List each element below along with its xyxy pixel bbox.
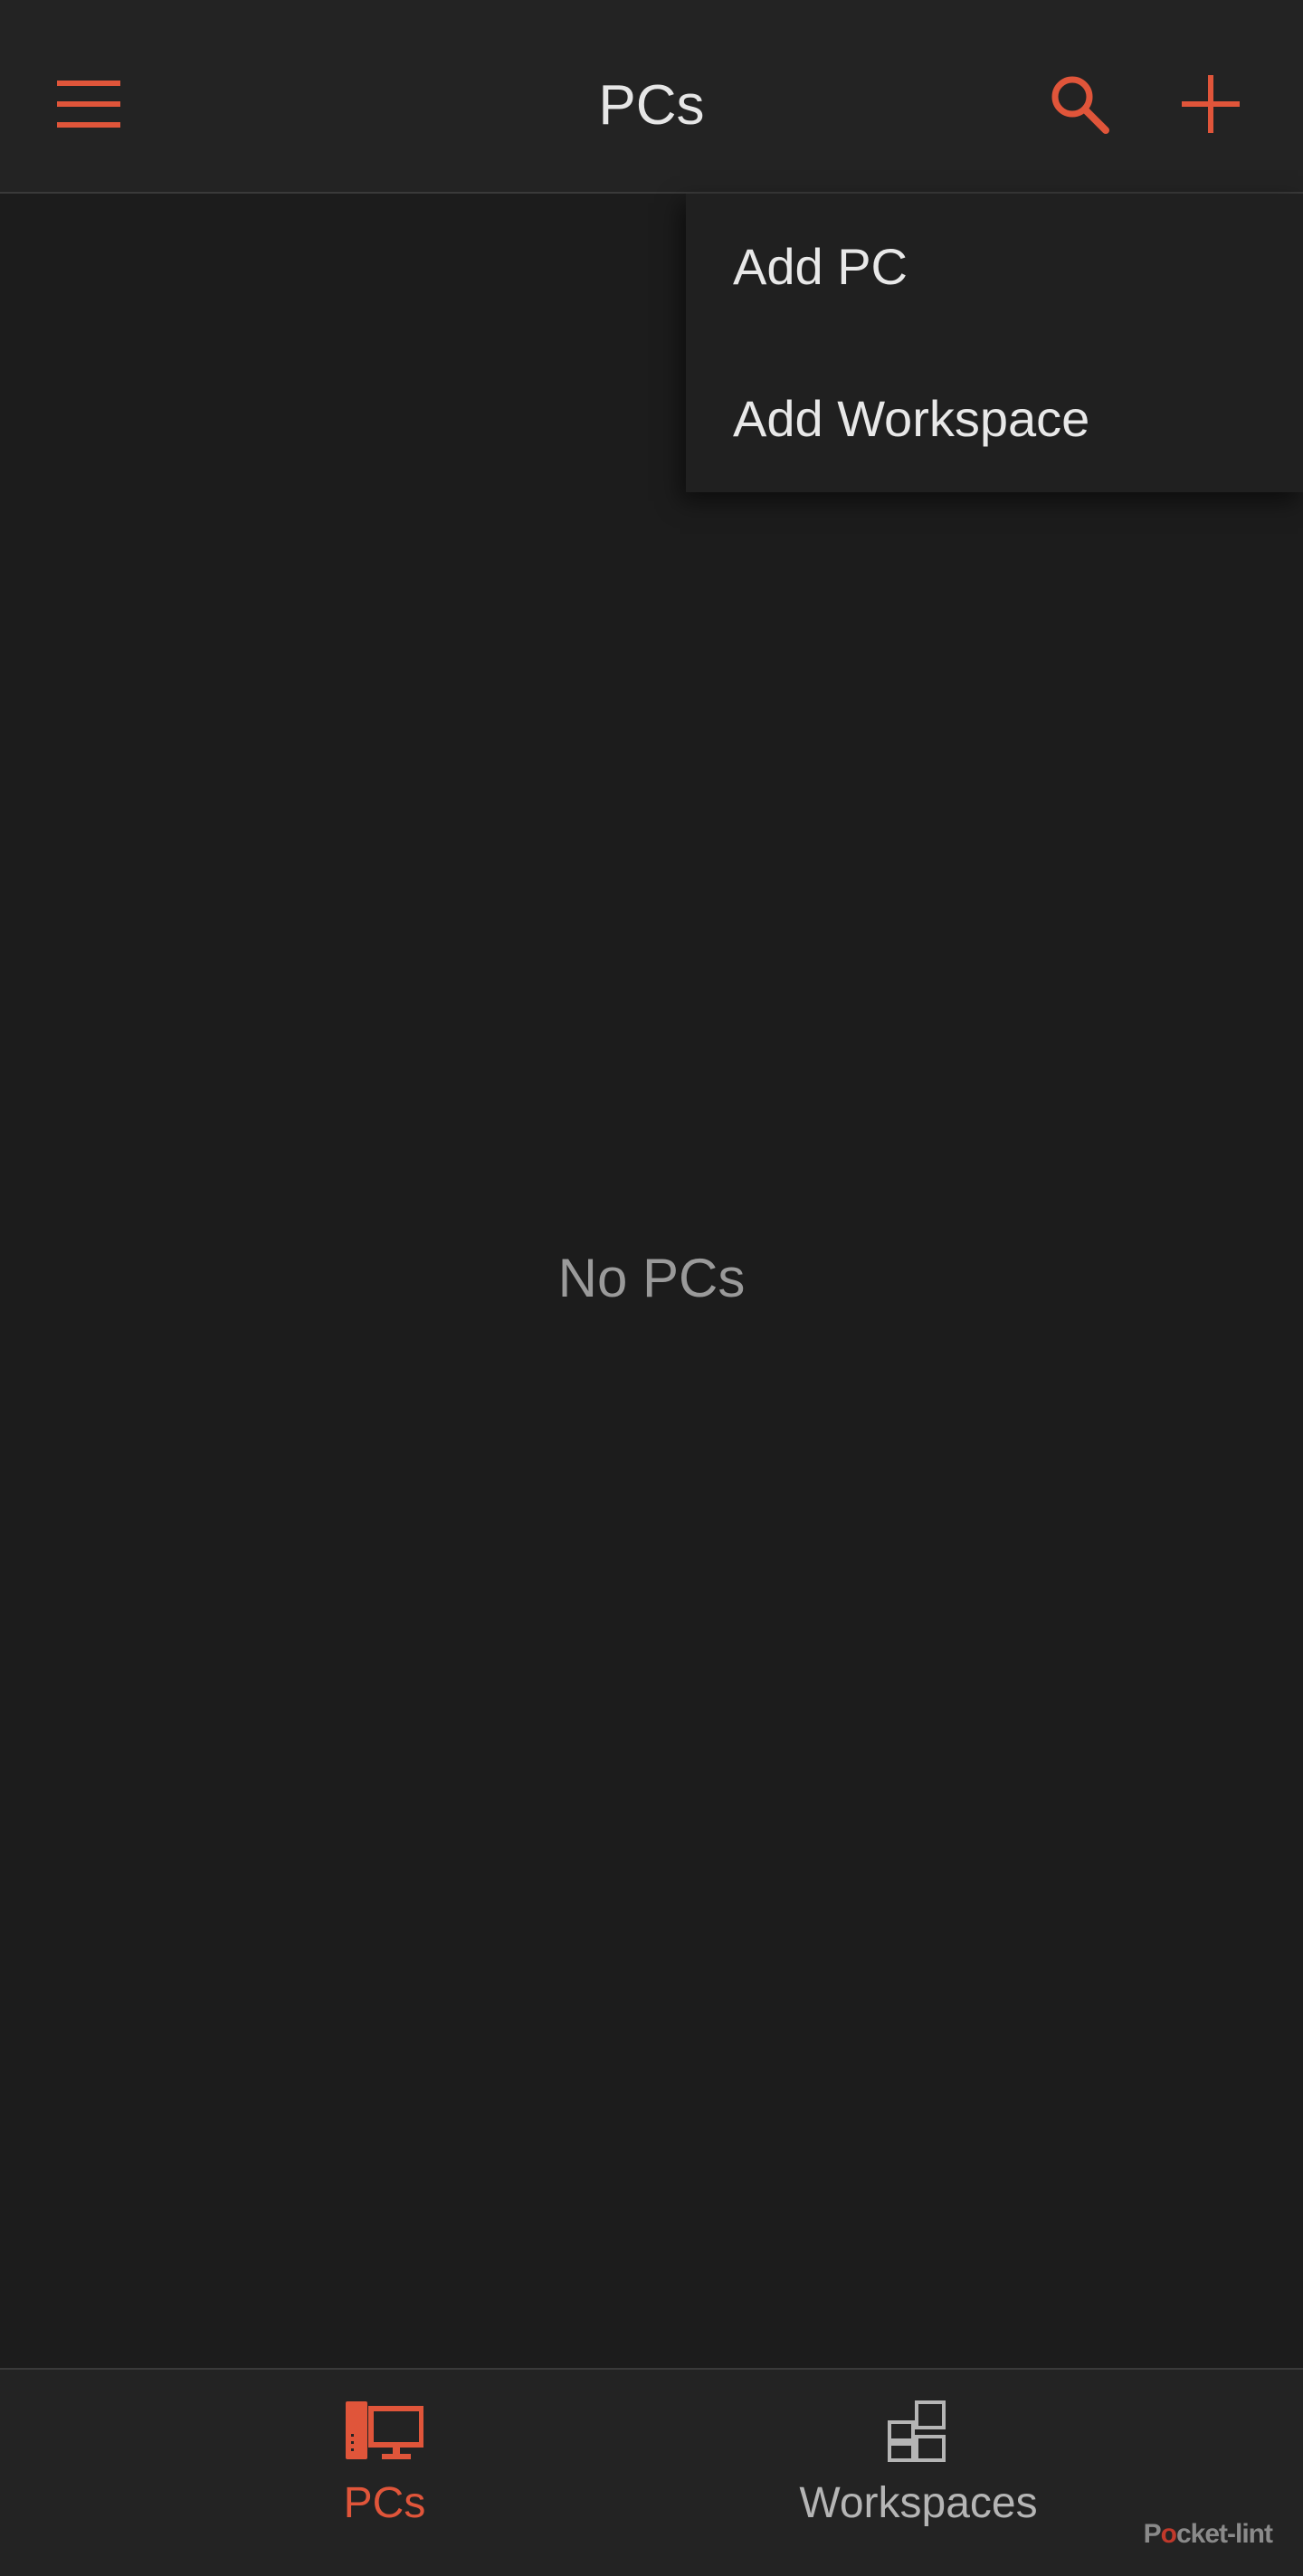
plus-icon (1182, 75, 1240, 133)
menu-item-add-pc[interactable]: Add PC (686, 203, 1303, 329)
tab-workspaces[interactable]: Workspaces (760, 2370, 1077, 2576)
search-icon (1051, 76, 1109, 134)
add-button[interactable] (1158, 52, 1263, 157)
hamburger-menu-icon (57, 81, 120, 128)
app-bar: PCs (0, 0, 1303, 194)
tab-workspaces-label: Workspaces (799, 2479, 1038, 2527)
add-dropdown-menu: Add PC Add Workspace (686, 194, 1303, 492)
menu-button[interactable] (36, 52, 141, 157)
workspaces-grid-icon (888, 2400, 946, 2462)
page-title: PCs (598, 74, 705, 137)
desktop-pc-icon (346, 2401, 423, 2459)
search-button[interactable] (1027, 52, 1132, 157)
empty-state-message: No PCs (557, 1248, 746, 1308)
screen: PCs Add PC Add Workspace No PCs PCs Work… (0, 0, 1303, 2576)
menu-item-add-workspace[interactable]: Add Workspace (686, 355, 1303, 481)
watermark-logo: Pocket-lint (1143, 2519, 1273, 2549)
tab-pcs[interactable]: PCs (226, 2370, 543, 2576)
bottom-navigation: PCs Workspaces (0, 2368, 1303, 2576)
tab-pcs-label: PCs (343, 2479, 426, 2527)
